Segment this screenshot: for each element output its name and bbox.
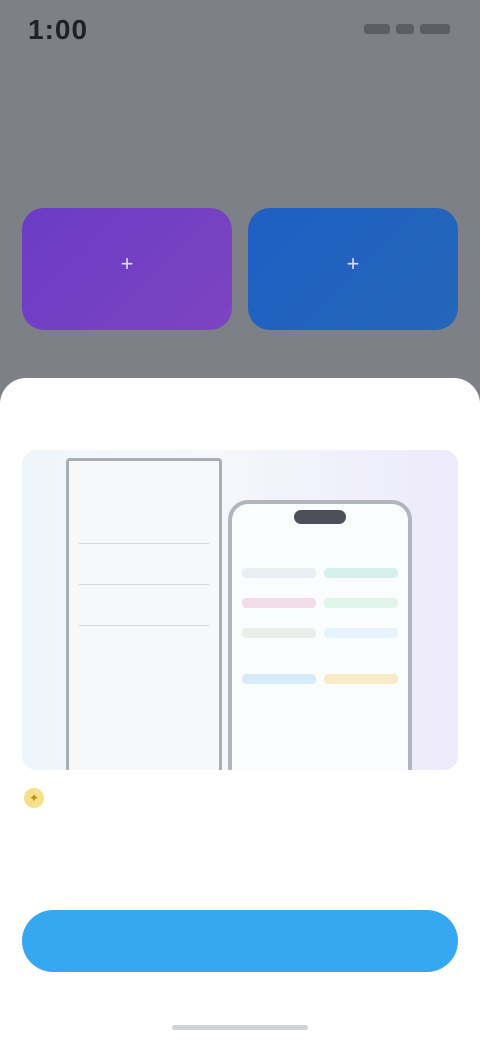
phone-list-row bbox=[242, 568, 398, 578]
phone-list-row bbox=[242, 674, 398, 684]
action-tile-2[interactable]: + bbox=[248, 208, 458, 330]
feature-illustration bbox=[22, 450, 458, 770]
document-divider bbox=[79, 584, 209, 585]
phone-list-row bbox=[242, 598, 398, 608]
wifi-icon bbox=[396, 24, 414, 34]
status-icons bbox=[364, 24, 450, 38]
plus-icon: + bbox=[346, 251, 360, 276]
background-screen: 1:00 + + bbox=[0, 0, 480, 400]
onboarding-sheet: ✦ bbox=[0, 378, 480, 1040]
plus-icon: + bbox=[120, 251, 134, 276]
lightbulb-icon: ✦ bbox=[24, 788, 44, 808]
document-divider bbox=[79, 543, 209, 544]
phone-notch bbox=[294, 510, 346, 524]
background-heading bbox=[22, 128, 242, 154]
signal-icon bbox=[364, 24, 390, 34]
phone-list-row bbox=[242, 628, 398, 638]
phone-mockup bbox=[228, 500, 412, 770]
home-indicator[interactable] bbox=[172, 1025, 308, 1030]
continue-button[interactable] bbox=[22, 910, 458, 972]
status-time: 1:00 bbox=[28, 14, 89, 45]
document-preview bbox=[66, 458, 222, 770]
document-divider bbox=[79, 625, 209, 626]
battery-icon bbox=[420, 24, 450, 34]
tip-row: ✦ bbox=[24, 788, 54, 808]
action-tile-1[interactable]: + bbox=[22, 208, 232, 330]
